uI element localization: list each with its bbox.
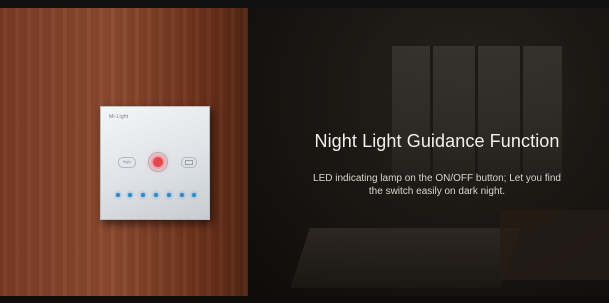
sync-button: [181, 157, 197, 168]
description-line-2: the switch easily on dark night.: [368, 186, 506, 197]
feature-description: LED indicating lamp on the ON/OFF button…: [288, 172, 586, 198]
slider-led-icon: [167, 193, 171, 197]
power-button: [148, 152, 168, 172]
slider-led-icon: [180, 193, 184, 197]
wall-switch-panel: Mi-Light Night: [100, 106, 210, 220]
top-border: [0, 0, 609, 8]
brightness-slider: [116, 193, 196, 197]
slider-led-icon: [128, 193, 132, 197]
night-button: Night: [118, 157, 136, 168]
slider-led-icon: [192, 193, 196, 197]
slider-led-icon: [154, 193, 158, 197]
slider-led-icon: [141, 193, 145, 197]
banner: Mi-Light Night Night Light Guidance Func…: [0, 0, 609, 303]
sync-icon: [185, 160, 193, 165]
description-line-1: LED indicating lamp on the ON/OFF button…: [313, 173, 561, 184]
power-led-icon: [153, 157, 163, 167]
feature-title: Night Light Guidance Function: [314, 131, 560, 151]
room-dim-overlay: [248, 8, 609, 296]
bottom-border: [0, 296, 609, 303]
slider-led-icon: [116, 193, 120, 197]
panel-brand: Mi-Light: [109, 114, 129, 120]
